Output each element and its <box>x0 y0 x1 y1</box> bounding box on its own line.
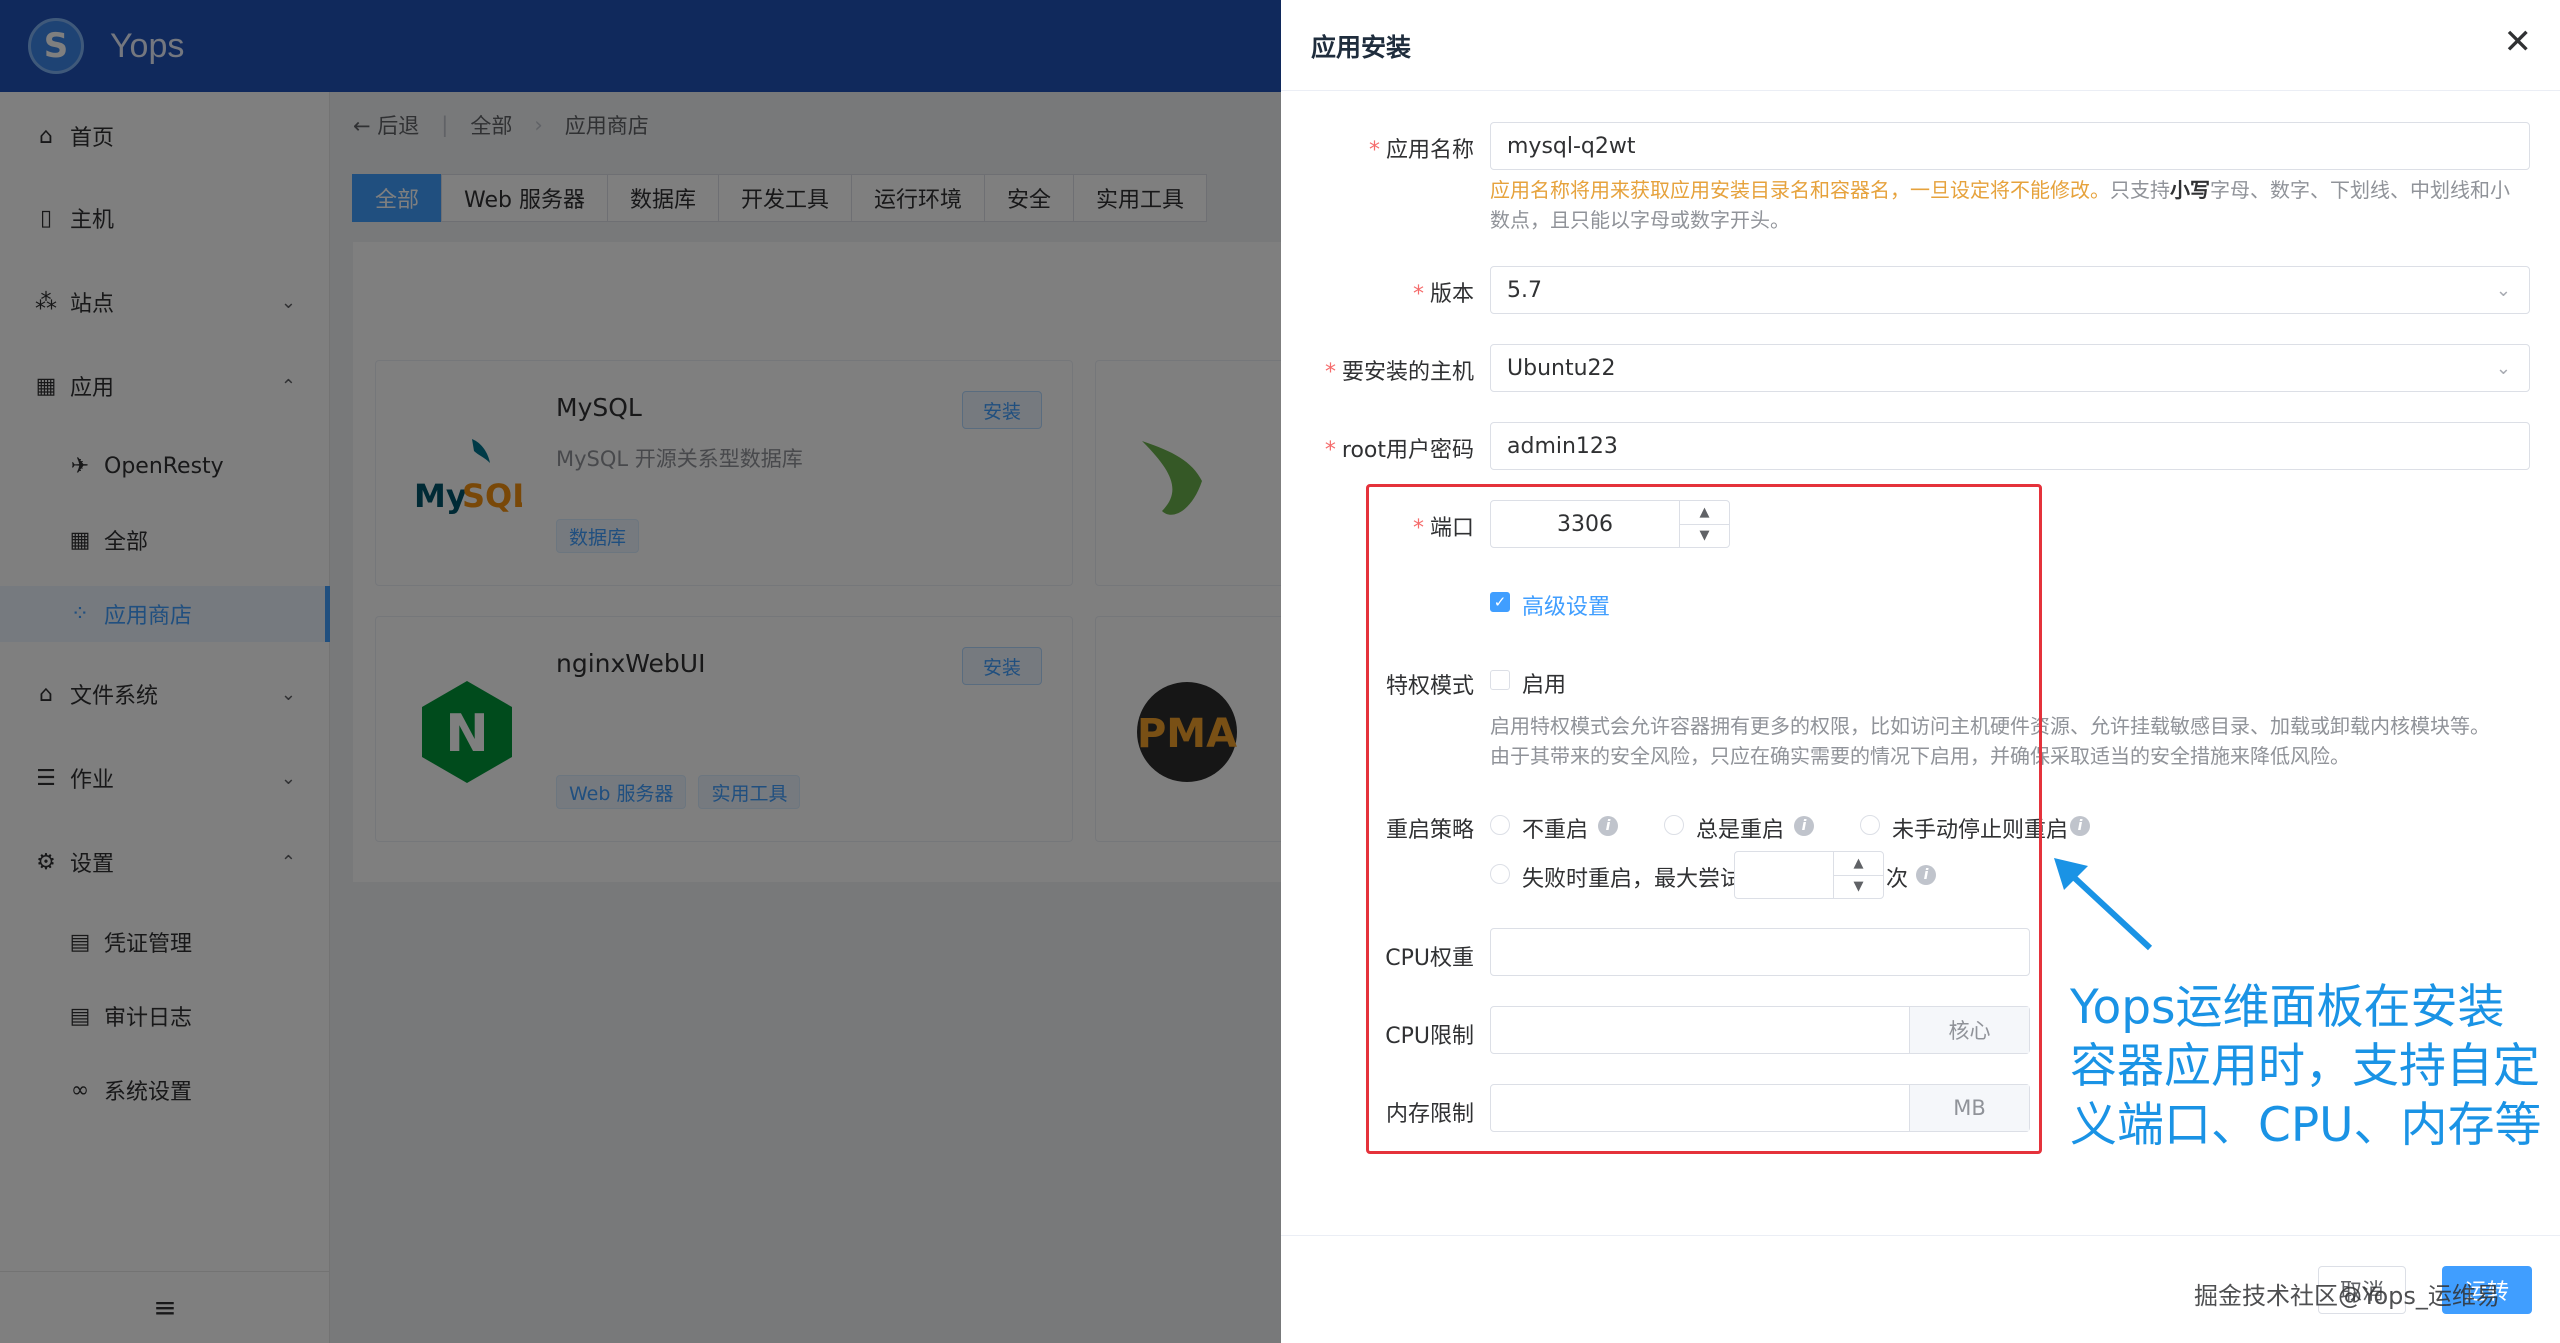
restart-policy-label: 重启策略 <box>1385 818 1474 843</box>
check-icon: ✓ <box>1493 593 1507 611</box>
port-label: * 端口 <box>1412 516 1474 541</box>
privileged-mode-label: 特权模式 <box>1385 674 1474 699</box>
decrement-icon[interactable]: ▼ <box>1680 523 1729 548</box>
info-icon[interactable]: i <box>1598 816 1618 836</box>
info-icon[interactable]: i <box>1794 816 1814 836</box>
restart-no-radio[interactable] <box>1490 815 1510 835</box>
root-password-label: * root用户密码 <box>1324 438 1474 463</box>
app-name-label: * 应用名称 <box>1368 138 1474 163</box>
cpu-limit-input[interactable]: 核心 <box>1490 1006 2030 1054</box>
chevron-down-icon: ⌄ <box>2495 357 2511 379</box>
restart-option-label: 未手动停止则重启 <box>1892 818 2069 843</box>
watermark: 掘金技术社区@Yops_运维易 <box>2194 1282 2500 1310</box>
port-stepper[interactable]: 3306 ▲ ▼ <box>1490 500 1730 548</box>
restart-option-label: 总是重启 <box>1696 818 1785 843</box>
restart-option-label: 失败时重启，最大尝试 <box>1522 867 1743 892</box>
memory-limit-label: 内存限制 <box>1385 1102 1474 1127</box>
app-name-hint: 应用名称将用来获取应用安装目录名和容器名，一旦设定将不能修改。只支持小写字母、数… <box>1490 178 2510 232</box>
cpu-limit-label: CPU限制 <box>1385 1024 1474 1049</box>
close-icon[interactable]: ✕ <box>2504 22 2533 62</box>
restart-option-label: 不重启 <box>1522 818 1589 843</box>
privileged-mode-hint: 启用特权模式会允许容器拥有更多的权限，比如访问主机硬件资源、允许挂载敏感目录、加… <box>1490 714 2490 768</box>
annotation-arrow-icon <box>2054 858 2153 951</box>
host-label: * 要安装的主机 <box>1324 360 1474 385</box>
cpu-weight-input[interactable] <box>1490 928 2030 976</box>
info-icon[interactable]: i <box>1916 865 1936 885</box>
decrement-icon[interactable]: ▼ <box>1834 874 1883 899</box>
version-select[interactable]: 5.7 ⌄ <box>1490 266 2530 314</box>
cpu-weight-label: CPU权重 <box>1385 946 1474 971</box>
max-retry-stepper[interactable]: ▲ ▼ <box>1734 851 1884 899</box>
memory-unit-suffix: MB <box>1909 1085 2029 1131</box>
host-select[interactable]: Ubuntu22 ⌄ <box>1490 344 2530 392</box>
advanced-settings-checkbox[interactable]: ✓ <box>1490 592 1510 612</box>
memory-limit-input[interactable]: MB <box>1490 1084 2030 1132</box>
advanced-settings-label: 高级设置 <box>1522 595 1611 620</box>
cpu-unit-suffix: 核心 <box>1909 1007 2029 1053</box>
privileged-mode-checkbox[interactable] <box>1490 670 1510 690</box>
app-name-input[interactable]: mysql-q2wt <box>1490 122 2530 170</box>
retry-times-suffix: 次 <box>1886 867 1909 892</box>
restart-always-radio[interactable] <box>1664 815 1684 835</box>
root-password-input[interactable]: admin123 <box>1490 422 2530 470</box>
increment-icon[interactable]: ▲ <box>1834 852 1883 875</box>
chevron-down-icon: ⌄ <box>2495 279 2511 301</box>
version-label: * 版本 <box>1412 282 1474 307</box>
stepper-controls: ▲ ▼ <box>1833 852 1883 898</box>
increment-icon[interactable]: ▲ <box>1680 501 1729 524</box>
modal-overlay[interactable] <box>0 0 1281 1343</box>
restart-unless-stopped-radio[interactable] <box>1860 815 1880 835</box>
restart-on-failure-radio[interactable] <box>1490 864 1510 884</box>
drawer-divider <box>1281 90 2560 91</box>
drawer-title: 应用安装 <box>1311 33 1412 62</box>
privileged-mode-option: 启用 <box>1522 673 1567 698</box>
annotation-text: Yops运维面板在安装容器应用时，支持自定义端口、CPU、内存等 <box>2070 980 2542 1153</box>
footer-divider <box>1281 1235 2560 1236</box>
info-icon[interactable]: i <box>2070 816 2090 836</box>
stepper-controls: ▲ ▼ <box>1679 501 1729 547</box>
